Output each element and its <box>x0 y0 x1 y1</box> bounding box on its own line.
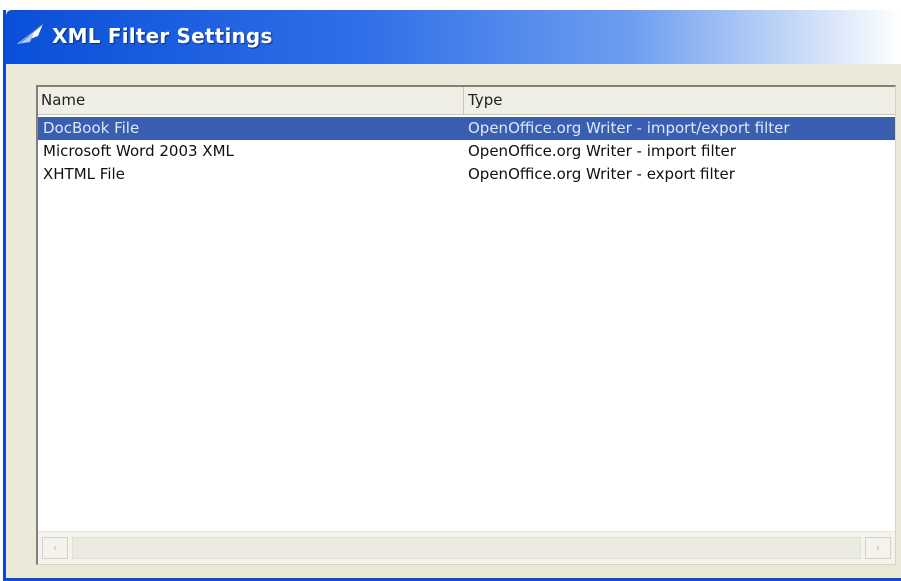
scroll-right-button[interactable]: › <box>865 537 891 559</box>
list-item[interactable]: XHTML File OpenOffice.org Writer - expor… <box>38 163 895 186</box>
title-bar[interactable]: XML Filter Settings <box>6 10 901 64</box>
column-header-name[interactable]: Name <box>38 87 464 114</box>
filter-list[interactable]: Name Type DocBook File OpenOffice.org Wr… <box>36 85 896 565</box>
chevron-right-icon: › <box>875 541 881 554</box>
list-header: Name Type <box>38 87 895 115</box>
filter-type: OpenOffice.org Writer - export filter <box>468 165 735 183</box>
filter-name: DocBook File <box>43 119 140 137</box>
horizontal-scrollbar[interactable]: ‹ › <box>38 531 895 564</box>
filter-type: OpenOffice.org Writer - import filter <box>468 142 736 160</box>
filter-name: XHTML File <box>43 165 125 183</box>
list-item[interactable]: Microsoft Word 2003 XML OpenOffice.org W… <box>38 140 895 163</box>
xml-filter-settings-dialog: XML Filter Settings Name Type DocBook Fi… <box>3 10 901 581</box>
filter-type: OpenOffice.org Writer - import/export fi… <box>468 119 790 137</box>
scroll-track[interactable] <box>72 537 861 559</box>
list-item[interactable]: DocBook File OpenOffice.org Writer - imp… <box>38 117 895 140</box>
column-header-type[interactable]: Type <box>465 87 895 114</box>
openoffice-gull-icon <box>16 22 44 46</box>
scroll-left-button[interactable]: ‹ <box>42 537 68 559</box>
chevron-left-icon: ‹ <box>52 541 58 554</box>
window-title: XML Filter Settings <box>52 24 273 48</box>
filter-name: Microsoft Word 2003 XML <box>43 142 234 160</box>
